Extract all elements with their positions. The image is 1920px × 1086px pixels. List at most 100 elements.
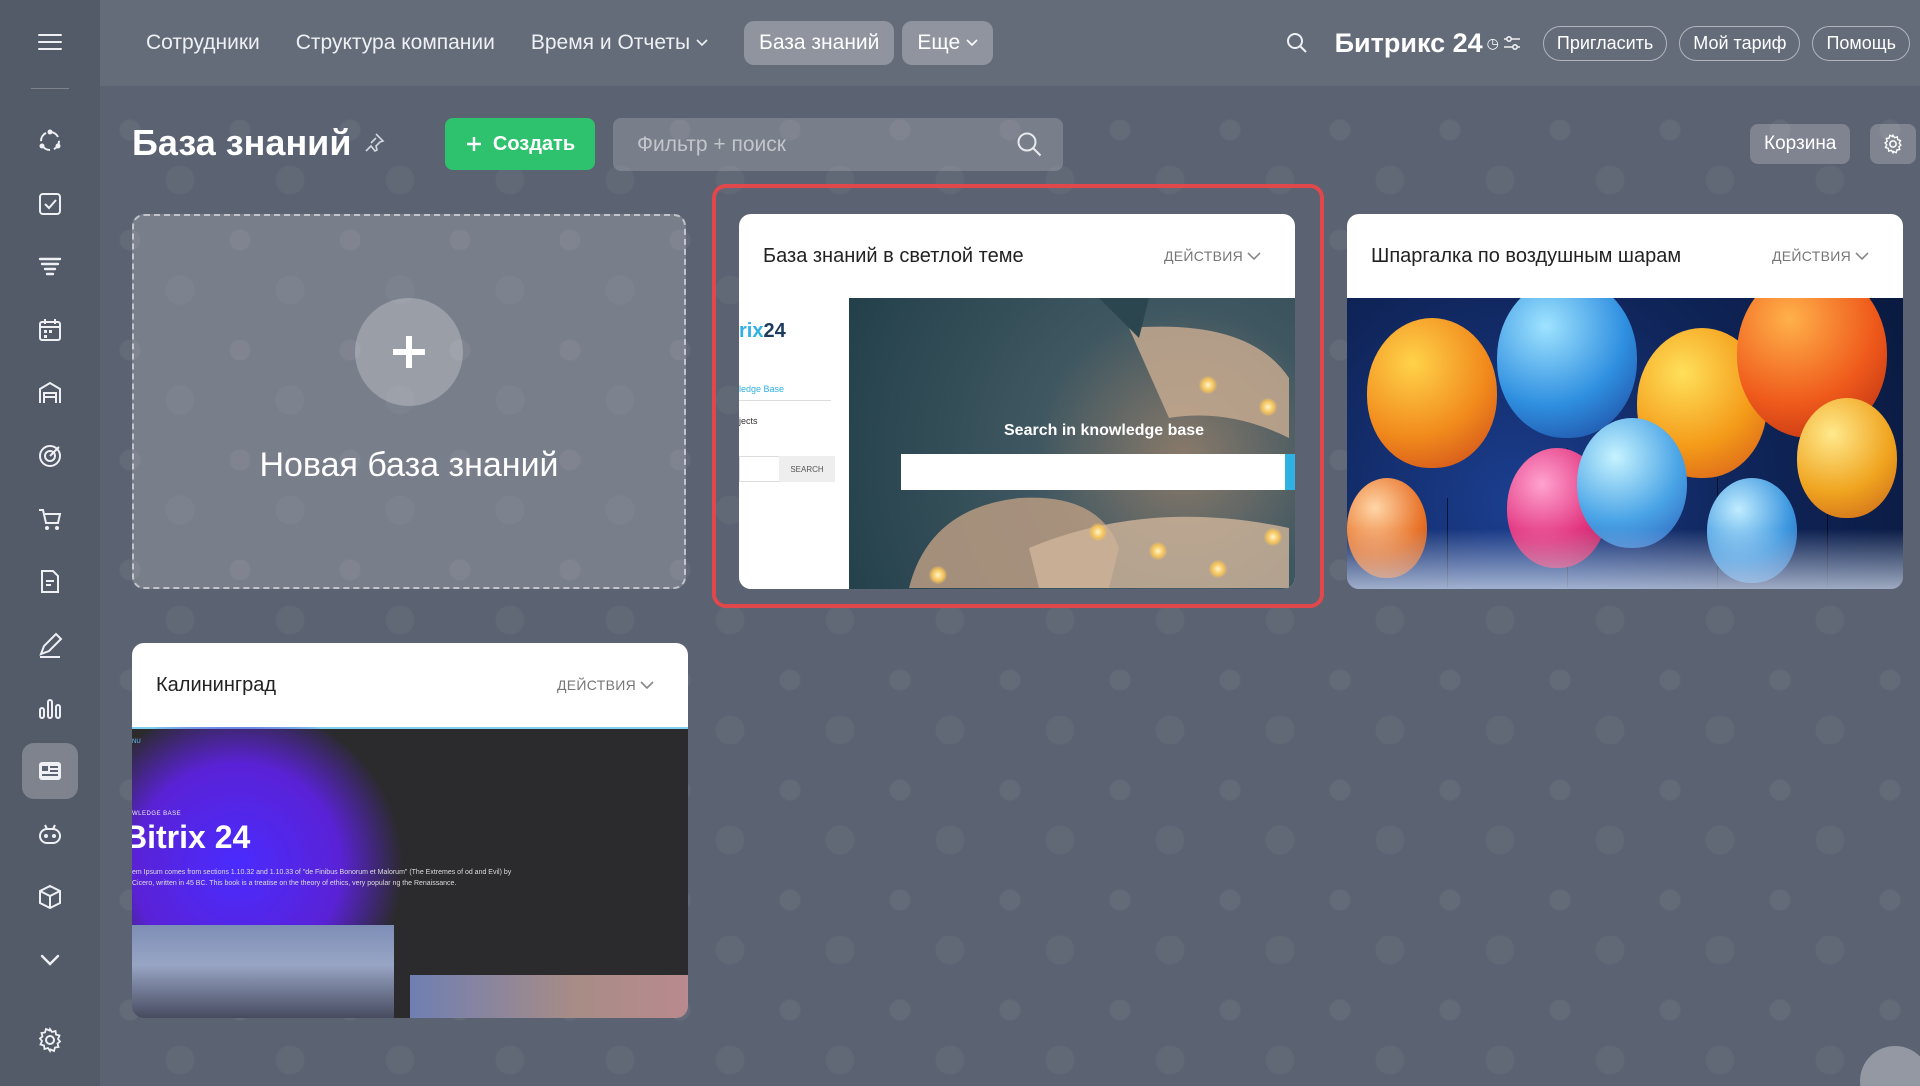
sidebar-item-analytics[interactable]	[22, 680, 78, 736]
top-navigation: Сотрудники Структура компании Время и От…	[100, 0, 1920, 86]
cart-icon	[39, 509, 62, 530]
balloon-orange	[1367, 318, 1497, 468]
gear-icon	[1884, 133, 1902, 155]
card-actions-button[interactable]: ДЕЙСТВИЯ	[1164, 248, 1261, 264]
sidebar-item-feed[interactable]	[22, 113, 78, 169]
chevron-down-icon	[1247, 251, 1261, 260]
bulb-decoration	[1209, 560, 1227, 578]
preview-photo	[410, 975, 688, 1018]
brand-logo[interactable]: Битрикс 24 ◷	[1335, 28, 1521, 59]
left-sidebar	[0, 0, 100, 1086]
tariff-button[interactable]: Мой тариф	[1679, 25, 1801, 61]
chevron-down-icon	[640, 680, 654, 689]
clouds	[1347, 529, 1903, 589]
settings-sliders-icon[interactable]	[1503, 35, 1521, 51]
create-button[interactable]: Создать	[445, 118, 595, 170]
card-preview-image[interactable]	[1347, 298, 1903, 589]
sidebar-divider	[31, 88, 69, 89]
new-knowledge-base-card[interactable]: Новая база знаний	[132, 214, 686, 589]
knowledge-base-card[interactable]: Калининград ДЕЙСТВИЯ NU WLEDGE BASE Bitr…	[132, 643, 688, 1018]
preview-divider	[739, 400, 831, 401]
pin-icon[interactable]	[363, 132, 385, 154]
preview-text: em Ipsum comes from sections 1.10.32 and…	[132, 869, 512, 887]
search-icon[interactable]	[1015, 130, 1043, 158]
preview-link: ledge Base	[739, 384, 785, 394]
sidebar-item-calendar[interactable]	[22, 302, 78, 358]
preview-menu: NU	[132, 739, 141, 745]
preview-photo	[132, 925, 394, 1018]
card-title[interactable]: Калининград	[156, 674, 276, 697]
knowledge-base-card[interactable]: Шпаргалка по воздушным шарам ДЕЙСТВИЯ	[1347, 214, 1903, 589]
sidebar-item-shop[interactable]	[22, 491, 78, 547]
clock-icon: ◷	[1486, 34, 1499, 51]
page-title: База знаний	[132, 122, 385, 164]
invite-button[interactable]: Пригласить	[1542, 25, 1668, 61]
nav-employees[interactable]: Сотрудники	[146, 31, 260, 55]
sidebar-item-tasks[interactable]	[22, 176, 78, 232]
preview-hero: Search in knowledge base	[849, 298, 1295, 589]
bulb-decoration	[1089, 523, 1107, 541]
preview-item: jects	[739, 416, 758, 426]
trash-button[interactable]: Корзина	[1750, 124, 1851, 164]
page-settings-button[interactable]	[1870, 124, 1916, 164]
sidebar-item-market[interactable]	[22, 869, 78, 925]
new-card-label: Новая база знаний	[259, 446, 559, 484]
search-input[interactable]	[637, 132, 997, 157]
tab-more[interactable]: Еще	[902, 21, 994, 65]
preview-label: WLEDGE BASE	[132, 811, 182, 817]
chevron-down-icon	[1855, 251, 1869, 260]
kaliningrad-preview: NU WLEDGE BASE Bitrix 24 em Ipsum comes …	[132, 727, 688, 1018]
bulb-decoration	[1199, 376, 1217, 394]
plus-icon	[355, 298, 463, 406]
nav-time-reports[interactable]: Время и Отчеты	[531, 31, 708, 55]
cube-icon	[39, 884, 61, 910]
preview-sidebar: rix24 ledge Base jects SEARCH	[739, 298, 849, 589]
card-title[interactable]: Шпаргалка по воздушным шарам	[1371, 245, 1681, 268]
robot-icon	[39, 824, 61, 844]
card-actions-button[interactable]: ДЕЙСТВИЯ	[1772, 248, 1869, 264]
help-button[interactable]: Помощь	[1812, 25, 1910, 61]
card-actions-button[interactable]: ДЕЙСТВИЯ	[557, 677, 654, 693]
knowledge-base-card[interactable]: База знаний в светлой теме ДЕЙСТВИЯ rix2…	[739, 214, 1295, 589]
bulb-decoration	[1149, 542, 1167, 560]
target-icon	[39, 445, 61, 467]
hamburger-menu-icon[interactable]	[22, 22, 78, 62]
pen-icon	[39, 632, 63, 658]
checkbox-icon	[39, 193, 61, 215]
card-title[interactable]: База знаний в светлой теме	[763, 245, 1024, 268]
tab-knowledge-base[interactable]: База знаний	[744, 21, 895, 65]
floating-action-button[interactable]	[1860, 1046, 1920, 1086]
feed-icon	[39, 129, 61, 151]
sidebar-item-store[interactable]	[22, 365, 78, 421]
bulb-decoration	[1264, 528, 1282, 546]
sidebar-expand[interactable]	[22, 932, 78, 988]
bar-chart-icon	[39, 699, 61, 719]
preview-hero-button	[1285, 454, 1295, 490]
chevron-down-icon	[40, 954, 60, 966]
sidebar-item-copilot[interactable]	[22, 806, 78, 862]
card-header: База знаний в светлой теме ДЕЙСТВИЯ	[739, 214, 1295, 298]
sidebar-item-crm[interactable]	[22, 239, 78, 295]
chevron-down-icon	[966, 39, 978, 47]
card-preview-image[interactable]: rix24 ledge Base jects SEARCH Search in …	[739, 298, 1295, 589]
card-preview-image[interactable]: NU WLEDGE BASE Bitrix 24 em Ipsum comes …	[132, 727, 688, 1018]
warehouse-icon	[39, 381, 61, 403]
gear-icon	[38, 1026, 62, 1054]
card-header: Калининград ДЕЙСТВИЯ	[132, 643, 688, 727]
sidebar-settings[interactable]	[22, 1012, 78, 1068]
sidebar-item-knowledge-base[interactable]	[22, 743, 78, 799]
lamp-sign-illustration	[909, 298, 1289, 588]
sidebar-item-marketing[interactable]	[22, 428, 78, 484]
document-sign-icon	[41, 570, 59, 593]
preview-logo: rix24	[739, 320, 786, 342]
bulb-decoration	[1259, 398, 1277, 416]
nav-company-structure[interactable]: Структура компании	[296, 31, 495, 55]
balloons-illustration	[1347, 298, 1903, 589]
search-icon[interactable]	[1285, 31, 1309, 55]
preview-hero-title: Search in knowledge base	[1004, 422, 1205, 439]
preview-search-button: SEARCH	[779, 456, 835, 482]
topbar-right: Битрикс 24 ◷ Пригласить Мой тариф Помощь	[1285, 0, 1910, 86]
sidebar-item-sign[interactable]	[22, 617, 78, 673]
sidebar-item-documents[interactable]	[22, 554, 78, 610]
bulb-decoration	[929, 566, 947, 584]
